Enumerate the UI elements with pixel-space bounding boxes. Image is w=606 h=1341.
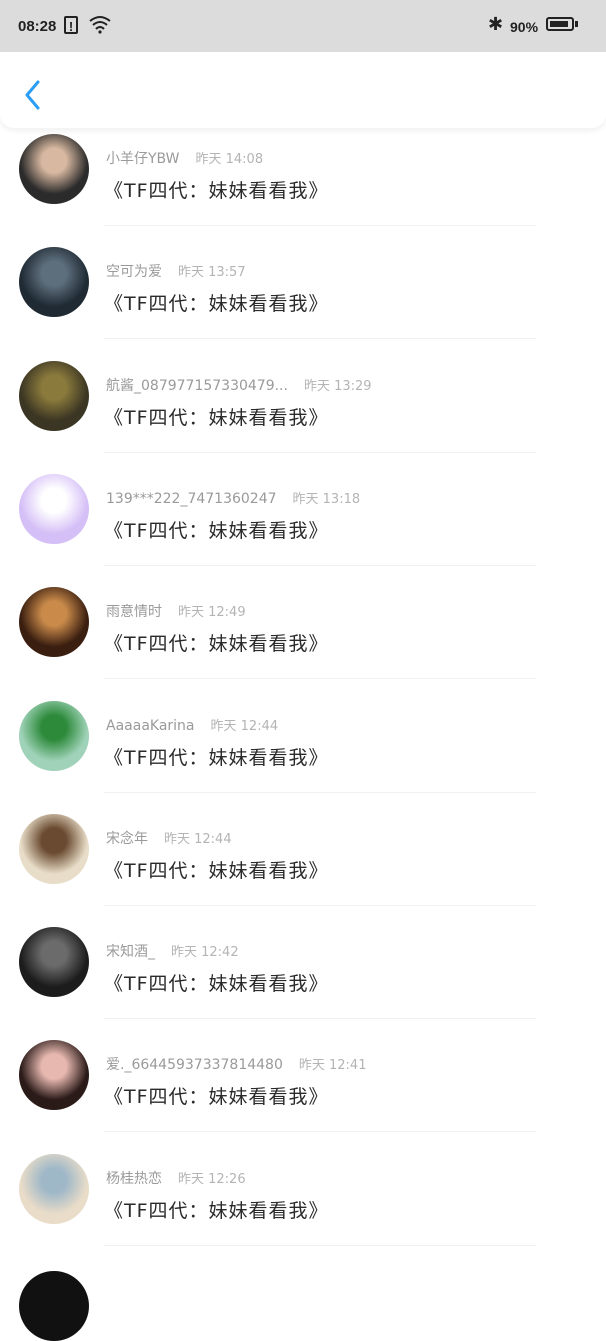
username[interactable]: AaaaaKarina xyxy=(106,718,195,734)
divider xyxy=(104,1018,536,1020)
comment-item[interactable]: AaaaaKarina 昨天 12:44 《TF四代：妹妹看看我》 xyxy=(0,699,606,812)
battery-icon xyxy=(546,17,574,31)
battery-percent: 90% xyxy=(510,19,539,35)
divider xyxy=(104,338,536,340)
comment-text: 《TF四代：妹妹看看我》 xyxy=(104,746,329,769)
username[interactable]: 宋念年 xyxy=(106,831,148,847)
timestamp: 昨天 12:41 xyxy=(298,1058,367,1074)
top-nav-bar xyxy=(0,52,606,128)
comment-item[interactable]: 宋知酒_ 昨天 12:42 《TF四代：妹妹看看我》 xyxy=(0,925,606,1038)
username[interactable]: 雨意情时 xyxy=(106,604,162,620)
username[interactable]: 空可为爱 xyxy=(106,264,162,280)
avatar[interactable] xyxy=(19,813,89,884)
comment-item[interactable]: 139***222_7471360247 昨天 13:18 《TF四代：妹妹看看我》 xyxy=(0,472,606,585)
timestamp: 昨天 12:42 xyxy=(171,945,239,961)
avatar[interactable] xyxy=(19,1271,89,1341)
comment-text: 《TF四代：妹妹看看我》 xyxy=(104,180,329,202)
comment-item[interactable]: 爱._66445937337814480 昨天 12:41 《TF四代：妹妹看看我》 xyxy=(0,1038,606,1151)
username[interactable]: 宋知酒_ xyxy=(106,944,155,960)
timestamp: 昨天 13:18 xyxy=(292,491,361,507)
comment-meta: 爱._66445937337814480 昨天 12:41 xyxy=(106,1054,366,1074)
comment-item[interactable]: 航酱_087977157330479... 昨天 13:29 《TF四代：妹妹看看我… xyxy=(0,359,606,472)
divider xyxy=(104,451,536,453)
comment-text: 《TF四代：妹妹看看我》 xyxy=(104,1199,329,1222)
comment-meta: 宋知酒_ 昨天 12:42 xyxy=(106,941,239,961)
comment-item[interactable]: 空可为爱 昨天 13:57 《TF四代：妹妹看看我》 xyxy=(0,245,606,358)
avatar[interactable] xyxy=(19,360,89,431)
avatar[interactable] xyxy=(19,927,89,998)
comment-text: 《TF四代：妹妹看看我》 xyxy=(104,293,329,316)
avatar[interactable] xyxy=(19,247,89,318)
wifi-icon xyxy=(88,14,112,39)
avatar[interactable] xyxy=(19,587,89,658)
username[interactable]: 139***222_7471360247 xyxy=(106,491,277,507)
comment-text: 《TF四代：妹妹看看我》 xyxy=(104,406,329,429)
comment-item[interactable]: 杨桂热恋 昨天 12:26 《TF四代：妹妹看看我》 xyxy=(0,1152,606,1265)
username[interactable]: 航酱_087977157330479... xyxy=(106,378,288,394)
alert-icon: ! xyxy=(64,16,78,34)
username[interactable]: 小羊仔YBW xyxy=(106,151,180,167)
comment-item[interactable]: 宋念年 昨天 12:44 《TF四代：妹妹看看我》 xyxy=(0,812,606,925)
divider xyxy=(104,564,536,566)
comment-text: 《TF四代：妹妹看看我》 xyxy=(104,633,329,656)
comment-text: 《TF四代：妹妹看看我》 xyxy=(104,973,329,996)
status-time: 08:28 xyxy=(18,18,57,35)
avatar[interactable] xyxy=(19,1153,89,1224)
timestamp: 昨天 12:44 xyxy=(164,831,232,847)
comment-item[interactable]: 雨意情时 昨天 12:49 《TF四代：妹妹看看我》 xyxy=(0,585,606,698)
timestamp: 昨天 14:08 xyxy=(195,152,264,167)
comment-meta: 小羊仔YBW 昨天 14:08 xyxy=(106,148,263,168)
comment-meta: AaaaaKarina 昨天 12:44 xyxy=(106,715,278,734)
back-button[interactable] xyxy=(20,78,50,112)
comment-item[interactable]: 小羊仔YBW 昨天 14:08 《TF四代：妹妹看看我》 xyxy=(0,132,606,245)
comment-meta: 雨意情时 昨天 12:49 xyxy=(106,601,246,621)
timestamp: 昨天 13:57 xyxy=(178,265,246,281)
comment-meta: 宋念年 昨天 12:44 xyxy=(106,828,232,848)
timestamp: 昨天 12:26 xyxy=(178,1171,246,1187)
comment-meta: 空可为爱 昨天 13:57 xyxy=(106,261,246,281)
username[interactable]: 爱._66445937337814480 xyxy=(106,1057,283,1073)
avatar[interactable] xyxy=(19,700,89,771)
comment-text: 《TF四代：妹妹看看我》 xyxy=(104,519,329,542)
divider xyxy=(104,225,536,226)
comment-text: 《TF四代：妹妹看看我》 xyxy=(104,859,329,882)
divider xyxy=(104,904,536,906)
comment-meta: 139***222_7471360247 昨天 13:18 xyxy=(106,488,360,507)
divider xyxy=(104,1244,536,1246)
timestamp: 昨天 12:49 xyxy=(178,605,246,621)
comment-text: 《TF四代：妹妹看看我》 xyxy=(104,1086,329,1109)
battery-tip xyxy=(575,21,578,27)
timestamp: 昨天 13:29 xyxy=(303,378,372,394)
divider xyxy=(104,1131,536,1133)
timestamp: 昨天 12:44 xyxy=(210,718,279,734)
avatar[interactable] xyxy=(19,134,89,204)
comment-meta: 航酱_087977157330479... 昨天 13:29 xyxy=(106,375,372,395)
username[interactable]: 杨桂热恋 xyxy=(106,1171,162,1187)
divider xyxy=(104,678,536,680)
bluetooth-icon: ✱ xyxy=(488,14,504,34)
chevron-left-icon xyxy=(25,80,40,110)
avatar[interactable] xyxy=(19,473,89,544)
avatar[interactable] xyxy=(19,1040,89,1111)
divider xyxy=(104,791,536,793)
comment-meta: 杨桂热恋 昨天 12:26 xyxy=(106,1168,246,1188)
status-bar: 08:28 ! ✱ 90% xyxy=(0,0,606,52)
